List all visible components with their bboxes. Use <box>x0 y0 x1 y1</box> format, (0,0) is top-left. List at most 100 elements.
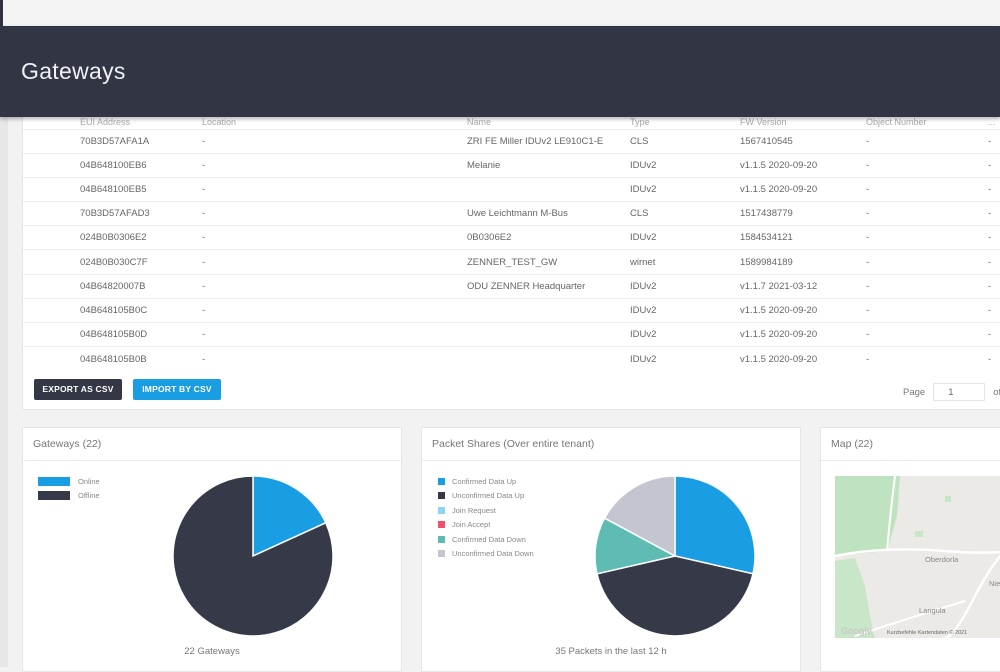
cell-eui: 70B3D57AFA1A <box>80 128 202 154</box>
import-csv-button[interactable]: IMPORT BY CSV <box>133 379 221 400</box>
cell-extra: - <box>988 176 1000 202</box>
gateways-chart-title: Gateways (22) <box>23 428 401 461</box>
cell-object: - <box>866 321 988 347</box>
cell-fw: v1.1.5 2020-09-20 <box>740 346 866 371</box>
cell-object: - <box>866 152 988 178</box>
table-row[interactable]: 70B3D57AFAD3- Uwe Leichtmann M-Bus CLS 1517… <box>23 201 1000 226</box>
legend-swatch <box>438 535 445 543</box>
cell-name: Uwe Leichtmann M-Bus <box>467 201 630 226</box>
legend-item[interactable]: Join Request <box>438 503 534 518</box>
legend-item[interactable]: Unconfirmed Data Up <box>438 489 534 504</box>
table-row[interactable]: 04B648105B0D - IDUv2 v1.1.5 2020-09-20- - <box>23 321 1000 347</box>
legend-item[interactable]: Unconfirmed Data Down <box>438 547 534 562</box>
cell-fw: v1.1.5 2020-09-20 <box>740 152 866 178</box>
legend-item[interactable]: Confirmed Data Up <box>438 474 534 489</box>
legend-swatch <box>438 550 445 558</box>
legend-label: Unconfirmed Data Up <box>452 491 525 501</box>
cell-name: Melanie <box>467 152 630 178</box>
map-tiles <box>835 476 1000 638</box>
browser-top-area <box>0 0 1000 26</box>
cell-location: - <box>202 346 467 371</box>
row-spacer <box>23 201 80 226</box>
legend-swatch <box>38 476 70 486</box>
legend-item[interactable]: Join Accept <box>438 518 534 533</box>
legend-swatch <box>38 491 70 501</box>
cell-eui: 04B648105B0C <box>80 297 202 323</box>
cell-extra: - <box>988 321 1000 347</box>
packet-shares-caption: 35 Packets in the last 12 h <box>555 646 667 657</box>
cell-object: - <box>866 346 988 371</box>
cell-eui: 024B0B030C7F <box>80 249 202 275</box>
cell-location: - <box>202 297 467 323</box>
table-row[interactable]: 04B648100EB6- Melanie IDUv2 v1.1.5 2020-09-… <box>23 152 1000 178</box>
legend-swatch <box>438 506 445 514</box>
gateways-chart-card: Gateways (22) Online Offline 22 Gateways <box>22 427 402 672</box>
cell-fw: v1.1.5 2020-09-20 <box>740 176 866 202</box>
cell-object: - <box>866 249 988 275</box>
cell-fw: v1.1.7 2021-03-12 <box>740 273 866 299</box>
cell-type: CLS <box>630 201 740 226</box>
legend-label: Confirmed Data Up <box>452 476 517 486</box>
export-csv-button[interactable]: EXPORT AS CSV <box>34 379 122 400</box>
cell-extra: - <box>988 346 1000 371</box>
gateways-table: EUI Address Location Name Type FW Versio… <box>23 111 1000 371</box>
map-attribution[interactable]: Kurzbefehle Kartendaten © 2021 <box>887 630 967 636</box>
legend-swatch <box>438 521 445 529</box>
cell-location: - <box>202 176 467 202</box>
cell-name <box>467 176 630 202</box>
packet-shares-card: Packet Shares (Over entire tenant) Confi… <box>421 427 801 672</box>
cell-location: - <box>202 152 467 178</box>
table-row[interactable]: 04B648105B0C - IDUv2 v1.1.5 2020-09-20- - <box>23 297 1000 323</box>
legend-item[interactable]: Confirmed Data Down <box>438 532 534 547</box>
row-spacer <box>23 297 80 323</box>
page-total-label: of 3 <box>993 386 1000 398</box>
legend-item[interactable]: Online <box>38 474 100 489</box>
table-row[interactable]: 04B648100EB5- IDUv2 v1.1.5 2020-09-20- - <box>23 176 1000 202</box>
map-card: Map (22) Oberdorla Niederdorla Langula G… <box>820 427 1000 672</box>
map-park <box>915 531 923 537</box>
cell-eui: 04B64820007B <box>80 273 202 299</box>
cell-eui: 04B648100EB5 <box>80 176 202 202</box>
gateways-pie-chart <box>172 475 334 637</box>
map-title: Map (22) <box>821 428 1000 461</box>
page-number-input[interactable] <box>933 383 986 401</box>
cell-type: IDUv2 <box>630 273 740 299</box>
cell-eui: 04B648105B0D <box>80 321 202 347</box>
map-place-label: Oberdorla <box>925 555 959 564</box>
cell-extra: - <box>988 225 1000 250</box>
table-row[interactable]: 70B3D57AFA1A - ZRI FE Miller IDUv2 LE910C1… <box>23 128 1000 154</box>
row-spacer <box>23 321 80 347</box>
cell-eui: 70B3D57AFAD3 <box>80 201 202 226</box>
map-place-label: Langula <box>919 606 946 615</box>
table-row[interactable]: 024B0B030C7F - ZENNER_TEST_GW wirnet 1589984… <box>23 249 1000 275</box>
cell-eui: 04B648105B0B <box>80 346 202 371</box>
sidebar-edge <box>0 117 8 667</box>
row-spacer <box>23 128 80 154</box>
cell-object: - <box>866 297 988 323</box>
cell-location: - <box>202 249 467 275</box>
gateway-map[interactable]: Oberdorla Niederdorla Langula Google Kur… <box>835 476 1000 638</box>
table-row[interactable]: 04B648105B0B - IDUv2 v1.1.5 2020-09-20- - <box>23 346 1000 371</box>
cell-fw: 1589984189 <box>740 249 866 275</box>
cell-type: CLS <box>630 128 740 154</box>
table-row[interactable]: 04B64820007B - ODU ZENNER Headquarter IDUv2… <box>23 273 1000 299</box>
cell-extra: - <box>988 297 1000 323</box>
row-spacer <box>23 346 80 371</box>
cell-type: wirnet <box>630 249 740 275</box>
legend-item[interactable]: Offline <box>38 489 100 504</box>
cell-fw: v1.1.5 2020-09-20 <box>740 297 866 323</box>
row-spacer <box>23 176 80 202</box>
cell-name: ODU ZENNER Headquarter <box>467 273 630 299</box>
cell-extra: - <box>988 201 1000 226</box>
cell-extra: - <box>988 273 1000 299</box>
page-header: Gateways <box>0 26 1000 117</box>
cell-eui: 024B0B0306E2 <box>80 225 202 250</box>
packet-shares-title: Packet Shares (Over entire tenant) <box>422 428 800 461</box>
cell-name <box>467 321 630 347</box>
table-row[interactable]: 024B0B0306E2-0B0306E2 IDUv2 1584534121- - <box>23 225 1000 250</box>
cell-location: - <box>202 273 467 299</box>
cell-type: IDUv2 <box>630 225 740 250</box>
map-road <box>944 553 1000 638</box>
cell-fw: 1584534121 <box>740 225 866 250</box>
cell-type: IDUv2 <box>630 297 740 323</box>
